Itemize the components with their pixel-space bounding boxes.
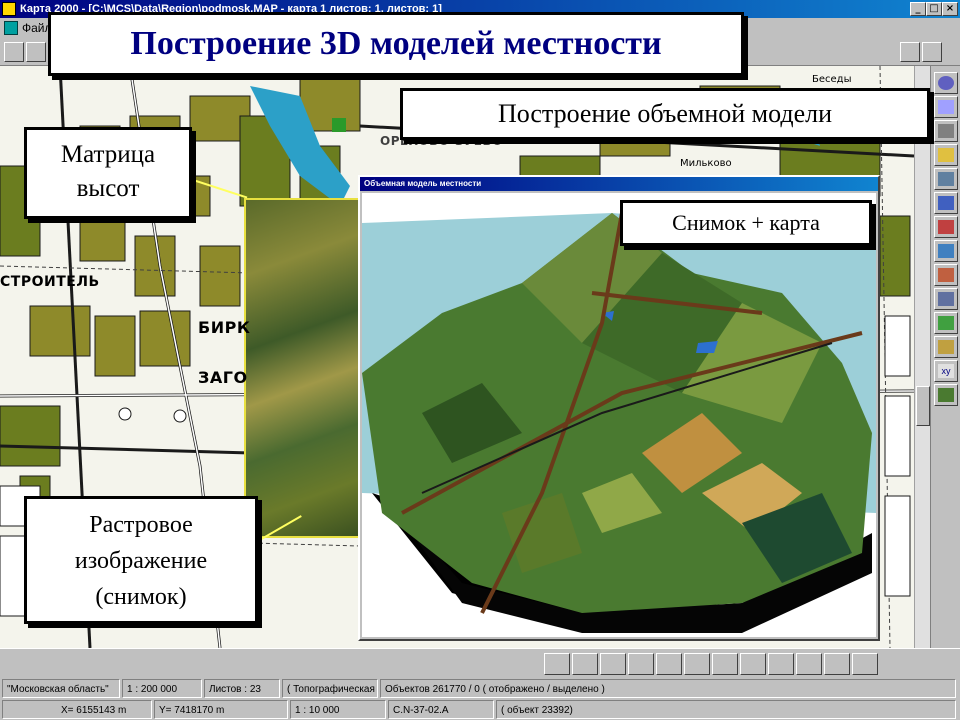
status-region: "Московская область"	[2, 679, 120, 698]
bottom-tool-5-button[interactable]	[656, 653, 682, 675]
status-object-id: ( объект 23392)	[496, 700, 956, 719]
tool-polyline-button[interactable]	[934, 216, 958, 238]
map-label-milkovo: Мильково	[680, 158, 732, 169]
model-3d-graphics	[362, 193, 876, 637]
callout-raster-image: Растровое изображение (снимок)	[24, 496, 258, 624]
tool-coords-button[interactable]: xy	[934, 360, 958, 382]
status-scale: 1 : 200 000	[122, 679, 202, 698]
model-3d-view[interactable]	[362, 193, 876, 637]
tool-select-button[interactable]	[934, 72, 958, 94]
callout-volume-model: Построение объемной модели	[400, 88, 930, 140]
callout-height-matrix: Матрица высот	[24, 127, 192, 219]
bottom-tool-11-button[interactable]	[824, 653, 850, 675]
bottom-tool-4-button[interactable]	[628, 653, 654, 675]
bottom-tool-12-button[interactable]	[852, 653, 878, 675]
close-button[interactable]: ×	[942, 2, 958, 16]
map-label-zago: ЗАГО	[198, 368, 248, 387]
toolbar-help-button[interactable]	[900, 42, 920, 62]
tool-model-button[interactable]	[934, 384, 958, 406]
status-objects: Объектов 261770 / 0 ( отображено / выдел…	[380, 679, 956, 698]
status-bar-bottom: X= 6155143 m Y= 7418170 m 1 : 10 000 C.N…	[0, 699, 960, 720]
tool-surface-button[interactable]	[934, 288, 958, 310]
map-label-stroitel: СТРОИТЕЛЬ	[0, 274, 100, 290]
status-y-coord: Y= 7418170 m	[154, 700, 288, 719]
bottom-tool-10-button[interactable]	[796, 653, 822, 675]
status-x-coord: X= 6155143 m	[2, 700, 152, 719]
minimize-button[interactable]: _	[910, 2, 926, 16]
bottom-tool-3-button[interactable]	[600, 653, 626, 675]
tool-3d-button[interactable]	[934, 336, 958, 358]
restore-button[interactable]: □	[926, 2, 942, 16]
tool-edit-button[interactable]	[934, 120, 958, 142]
tool-layers-button[interactable]	[934, 96, 958, 118]
tool-line-button[interactable]	[934, 264, 958, 286]
bottom-tool-2-button[interactable]	[572, 653, 598, 675]
bottom-tool-8-button[interactable]	[740, 653, 766, 675]
callout-photo-map: Снимок + карта	[620, 200, 872, 246]
app-icon	[2, 2, 16, 16]
raster-strip	[244, 198, 362, 538]
status-map-type: ( Топографическая )	[282, 679, 378, 698]
bottom-tool-9-button[interactable]	[768, 653, 794, 675]
bottom-toolbar	[0, 648, 960, 678]
app-window: Карта 2000 - [C:\MCS\Data\Region\podmosk…	[0, 0, 960, 720]
bottom-tool-7-button[interactable]	[712, 653, 738, 675]
right-toolbar: xy	[930, 66, 960, 648]
status-bar-top: "Московская область" 1 : 200 000 Листов …	[0, 678, 960, 699]
status-sheets: Листов : 23	[204, 679, 280, 698]
document-icon[interactable]	[4, 21, 18, 35]
status-view-scale: 1 : 10 000	[290, 700, 386, 719]
bottom-tool-1-button[interactable]	[544, 653, 570, 675]
map-label-birk: БИРК	[198, 318, 251, 337]
toolbar-open-button[interactable]	[4, 42, 24, 62]
toolbar-zoom-button[interactable]	[922, 42, 942, 62]
toolbar-save-button[interactable]	[26, 42, 46, 62]
model-window-title: Объемная модель местности	[360, 177, 878, 191]
tool-table-button[interactable]	[934, 312, 958, 334]
tool-curve-button[interactable]	[934, 240, 958, 262]
map-label-besedy: Беседы	[812, 74, 852, 85]
bottom-tool-6-button[interactable]	[684, 653, 710, 675]
map-vertical-scrollbar[interactable]	[914, 66, 930, 648]
tool-brush-button[interactable]	[934, 144, 958, 166]
scrollbar-thumb[interactable]	[916, 386, 930, 426]
status-sheet-name: C.N-37-02.A	[388, 700, 494, 719]
slide-headline: Построение 3D моделей местности	[48, 12, 744, 76]
tool-grid-button[interactable]	[934, 192, 958, 214]
tool-terrain-button[interactable]	[934, 168, 958, 190]
